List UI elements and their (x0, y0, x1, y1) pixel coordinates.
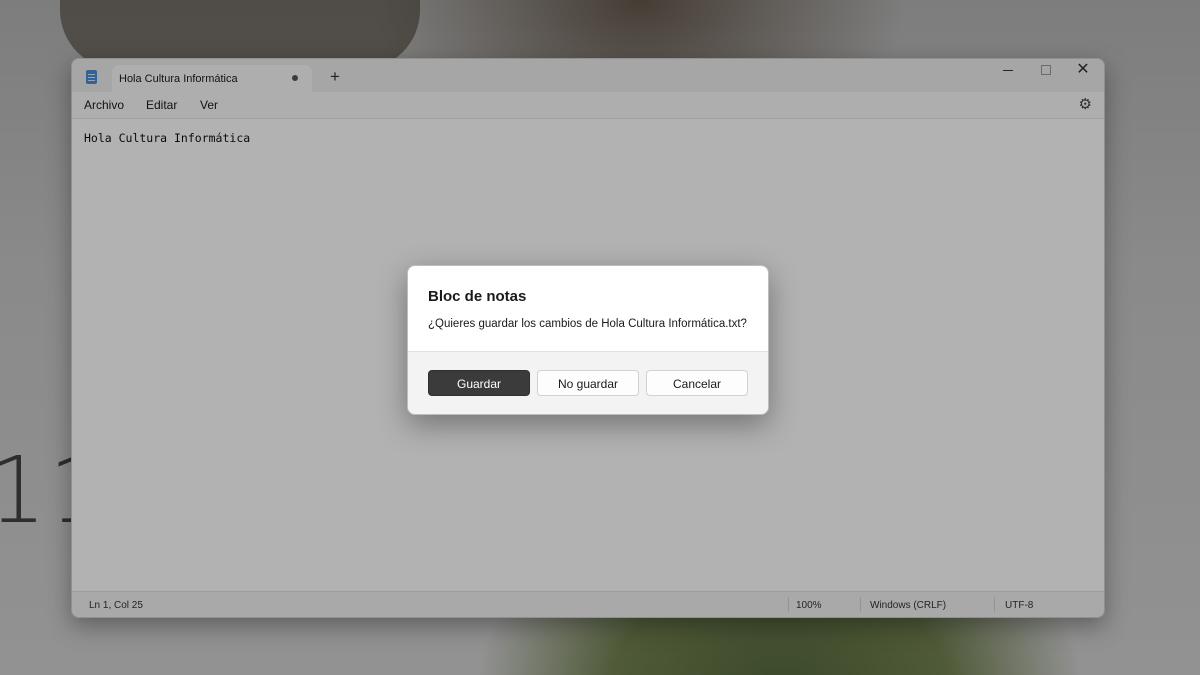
save-dialog: Bloc de notas ¿Quieres guardar los cambi… (407, 265, 769, 415)
dialog-title: Bloc de notas (428, 288, 527, 305)
dialog-message: ¿Quieres guardar los cambios de Hola Cul… (428, 318, 747, 330)
dont-save-button[interactable]: No guardar (537, 370, 639, 396)
dialog-footer: Guardar No guardar Cancelar (408, 351, 768, 414)
cancel-button[interactable]: Cancelar (646, 370, 748, 396)
save-button[interactable]: Guardar (428, 370, 530, 396)
